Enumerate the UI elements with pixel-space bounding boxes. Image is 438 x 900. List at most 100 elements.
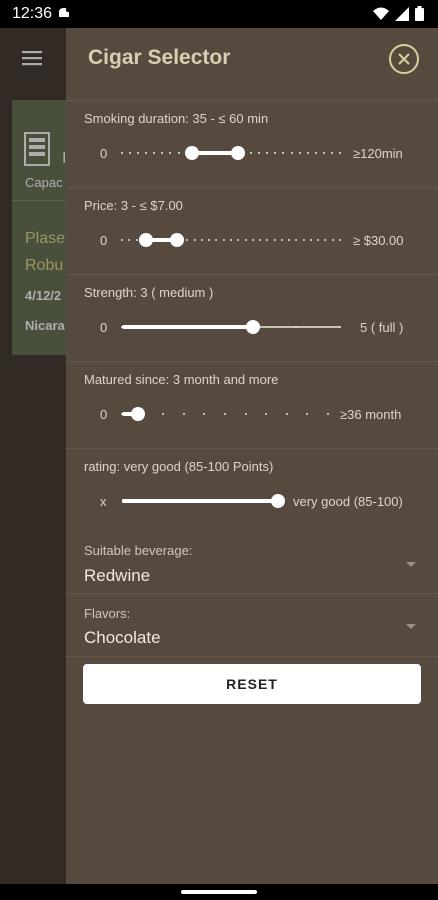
home-gesture-pill[interactable] [181,890,257,894]
filter-max-label: very good (85-100) [293,494,403,509]
filter-slider[interactable] [121,317,341,337]
slider-tick [282,152,285,154]
filter-section: Price: 3 - ≤ $7.00 0 ≥ $30.00 [66,187,438,275]
filter-section: Strength: 3 ( medium ) 0 5 ( full ) [66,274,438,362]
slider-tick [280,239,283,241]
filter-slider[interactable] [122,491,285,511]
flavors-value: Chocolate [84,628,161,647]
filter-min-label: 0 [100,146,108,161]
slider-track-active [122,499,278,503]
slider-tick [266,239,269,241]
slider-tick [182,413,185,415]
filter-label: Price: 3 - ≤ $7.00 [84,198,183,213]
battery-icon [415,6,424,21]
nav-bar [0,884,438,900]
wifi-icon [373,7,389,20]
slider-tick [137,152,140,154]
beverage-label: Suitable beverage: [84,543,193,558]
slider-tick [339,239,341,241]
slider-tick [203,413,206,415]
slider-thumb[interactable] [245,320,260,334]
slider-thumb[interactable] [131,407,146,421]
slider-tick [265,413,268,415]
close-button[interactable] [389,44,419,74]
slider-tick [153,152,156,154]
slider-tick [208,239,211,241]
slider-tick [121,152,123,154]
slider-tick [145,152,148,154]
slider-tick [324,239,327,241]
status-bar: 12:36 [0,0,438,28]
slider-tick [314,152,317,154]
slider-thumb[interactable] [271,494,285,508]
status-time: 12:36 [12,5,53,22]
slider-tick [322,152,325,154]
filter-slider[interactable] [121,230,341,250]
reset-button[interactable]: RESET [83,664,421,704]
slider-tick [327,413,329,415]
slider-tick [237,239,240,241]
filter-section: Matured since: 3 month and more 0 ≥36 mont… [66,361,438,449]
flavors-label: Flavors: [84,606,131,621]
filter-label: Smoking duration: 35 - ≤ 60 min [84,111,269,126]
filter-slider[interactable] [121,404,329,424]
slider-tick [317,239,320,241]
status-icons [373,6,424,21]
filter-label: Strength: 3 ( medium ) [84,285,214,300]
filter-min-label: 0 [100,320,108,335]
slider-tick [331,239,334,241]
slider-track-active [122,325,253,329]
slider-tick [169,152,172,154]
notification-icon [59,8,70,17]
filter-max-label: ≥ $30.00 [353,233,404,248]
slider-thumb[interactable] [169,233,184,247]
slider-tick [339,152,341,154]
slider-tick [273,239,276,241]
filter-min-label: x [100,494,107,509]
beverage-dropdown[interactable]: Suitable beverage: Redwine [66,533,438,594]
slider-tick [298,152,301,154]
filter-slider[interactable] [121,143,341,163]
filter-section: rating: very good (85-100 Points) x very g… [66,448,438,536]
filter-section: Smoking duration: 35 - ≤ 60 min 0 ≥120min [66,100,438,188]
flavors-divider [66,656,438,657]
slider-tick [306,152,309,154]
slider-tick [186,239,189,241]
slider-tick [135,239,138,241]
slider-tick [259,239,262,241]
filter-max-label: ≥120min [353,146,403,161]
slider-tick [200,239,203,241]
slider-tick [302,239,305,241]
slider-thumb[interactable] [138,233,153,247]
slider-tick [285,413,288,415]
slider-tick [215,239,218,241]
slider-tick [230,239,232,241]
filter-label: Matured since: 3 month and more [84,372,279,387]
slider-thumb[interactable] [184,146,199,160]
slider-tick [244,413,247,415]
dropdown-arrow-icon [406,624,416,629]
slider-tick [224,413,226,415]
slider-thumb[interactable] [230,146,245,160]
dropdown-arrow-icon [406,562,416,567]
slider-tick [330,152,333,154]
slider-tick [306,413,309,415]
slider-tick [288,239,291,241]
signal-icon [395,6,409,21]
slider-tick [250,152,253,154]
slider-tick [339,326,341,328]
beverage-value: Redwine [84,566,151,585]
filter-drawer: Cigar Selector Smoking duration: 35 - ≤ … [66,28,438,884]
slider-tick [193,239,196,241]
drawer-title: Cigar Selector [88,46,231,69]
slider-tick [244,239,247,241]
close-icon [398,53,410,65]
slider-tick [129,152,132,154]
filter-label: rating: very good (85-100 Points) [84,459,274,474]
slider-tick [128,239,131,241]
slider-tick [121,239,123,241]
slider-tick [266,152,269,154]
screen: 12:36 I Capac Plase Robu 4/12/2 Nicara C… [0,0,438,900]
filter-min-label: 0 [100,233,108,248]
flavors-dropdown[interactable]: Flavors: Chocolate [66,595,438,657]
